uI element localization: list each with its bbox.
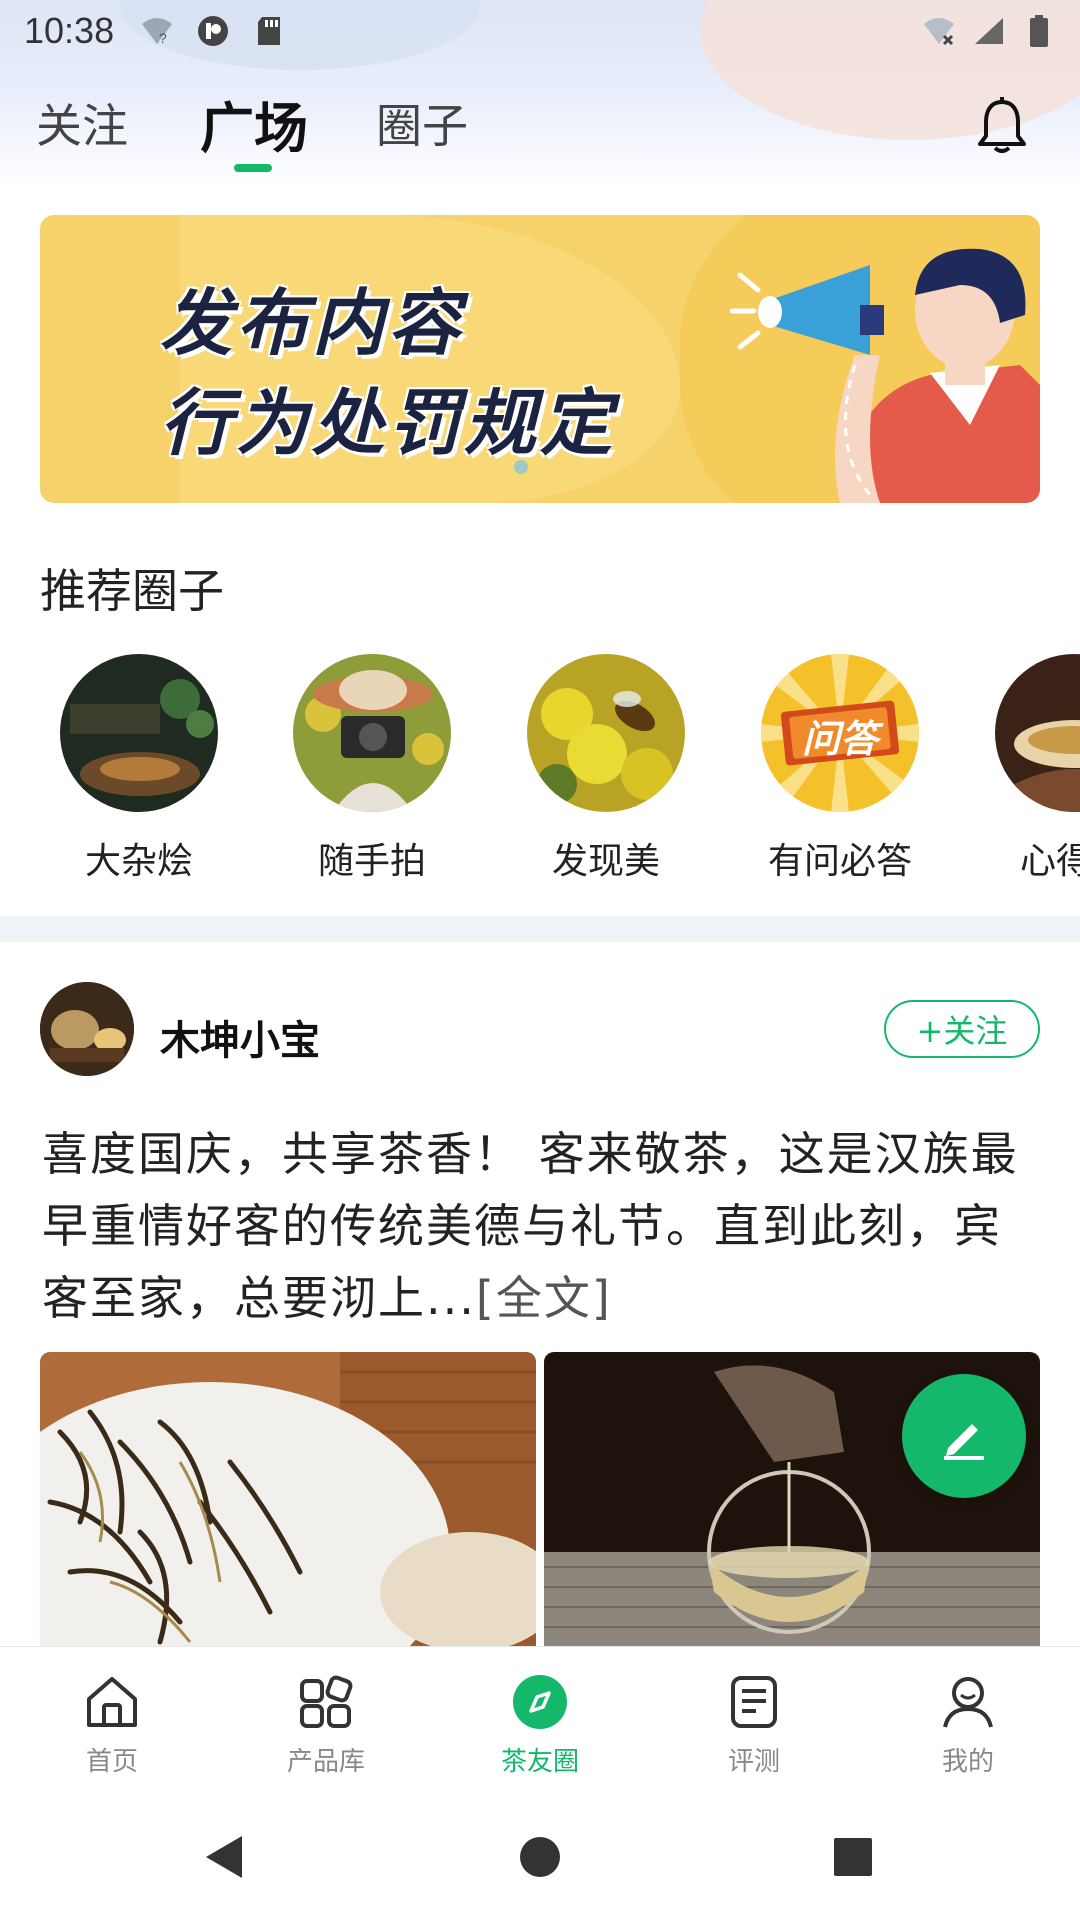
compass-icon	[509, 1671, 571, 1733]
tab-follow[interactable]: 关注	[36, 90, 128, 156]
circle-item-faxianmei[interactable]: 发现美	[496, 654, 716, 884]
active-tab-indicator	[234, 164, 272, 172]
circle-label: 发现美	[551, 841, 660, 882]
circle-image-qa-badge: 问答	[761, 654, 919, 812]
compose-button[interactable]	[902, 1374, 1026, 1498]
circle-item-suishoupai[interactable]: 随手拍	[262, 654, 482, 884]
nav-item-mine[interactable]: 我的	[878, 1671, 1058, 1778]
follow-button[interactable]: +关注	[884, 1000, 1040, 1058]
review-icon	[723, 1671, 785, 1733]
circle-label: 大杂烩	[84, 841, 193, 882]
megaphone-person-illustration	[730, 248, 1040, 503]
post-images	[40, 1352, 1040, 1648]
tab-circles[interactable]: 圈子	[376, 90, 468, 156]
tab-square[interactable]: 广场	[200, 84, 308, 163]
post-username[interactable]: 木坤小宝	[160, 1008, 320, 1066]
status-bar: 10:38 ?	[0, 0, 1080, 62]
circle-image-photographer	[293, 654, 451, 812]
back-icon[interactable]	[200, 1832, 250, 1882]
nav-label: 评测	[727, 1747, 780, 1777]
nav-item-review[interactable]: 评测	[664, 1671, 844, 1778]
home-icon	[81, 1671, 143, 1733]
avatar[interactable]	[40, 982, 134, 1076]
user-icon	[937, 1671, 999, 1733]
nav-item-tea-circle[interactable]: 茶友圈	[450, 1671, 630, 1778]
circle-label: 心得分	[1019, 841, 1080, 882]
banner-text: 发布内容 行为处罚规定	[160, 273, 616, 473]
circle-item-xindefen[interactable]: 心得分	[964, 654, 1080, 884]
bottom-nav: 首页 产品库 茶友圈 评测 我的	[0, 1646, 1080, 1792]
nav-item-home[interactable]: 首页	[22, 1671, 202, 1778]
qa-badge-text: 问答	[801, 717, 878, 761]
battery-icon	[1022, 14, 1056, 48]
nav-label: 首页	[85, 1747, 138, 1777]
post-image-tea-leaves[interactable]	[40, 1352, 536, 1648]
grid-icon	[295, 1671, 357, 1733]
svg-text:?: ?	[159, 30, 167, 46]
recents-icon[interactable]	[828, 1832, 878, 1882]
announcement-banner[interactable]: 发布内容 行为处罚规定	[40, 215, 1040, 503]
wifi-question-icon: ?	[140, 14, 174, 48]
nav-label: 产品库	[286, 1747, 365, 1777]
top-tabs: 关注 广场 圈子	[0, 90, 1080, 180]
wifi-off-icon	[922, 14, 956, 48]
banner-page-indicator	[514, 460, 528, 474]
recommend-section-title: 推荐圈子	[40, 564, 224, 618]
section-divider	[0, 916, 1080, 942]
pencil-icon	[944, 1424, 984, 1460]
nav-label: 我的	[941, 1747, 994, 1777]
status-time: 10:38	[24, 10, 115, 51]
banner-line-1: 发布内容	[160, 281, 465, 365]
circle-item-youwenbida[interactable]: 问答 有问必答	[730, 654, 950, 884]
sd-card-icon	[252, 14, 286, 48]
circle-item-dazahui[interactable]: 大杂烩	[29, 654, 249, 884]
circle-label: 随手拍	[317, 841, 426, 882]
bell-icon[interactable]	[974, 96, 1030, 156]
nav-label: 茶友圈	[500, 1747, 579, 1777]
recommended-circles-list: 大杂烩 随手拍 发现美 问答 有问必答 心得	[0, 654, 1080, 884]
signal-icon	[972, 14, 1006, 48]
circle-image-tea-table	[60, 654, 218, 812]
post-body[interactable]: 喜度国庆，共享茶香！ 客来敬茶，这是汉族最早重情好客的传统美德与礼节。直到此刻，…	[42, 1118, 1032, 1334]
post-header: 木坤小宝 +关注	[40, 982, 1040, 1078]
circle-image-bee-flowers	[527, 654, 685, 812]
home-circle-icon[interactable]	[515, 1832, 565, 1882]
app-notification-icon	[196, 14, 230, 48]
read-more-link[interactable]: [全文]	[476, 1271, 612, 1325]
system-nav-bar	[0, 1792, 1080, 1920]
nav-item-products[interactable]: 产品库	[236, 1671, 416, 1778]
circle-label: 有问必答	[767, 841, 912, 882]
circle-image-tea-cup	[995, 654, 1080, 812]
banner-line-2: 行为处罚规定	[160, 381, 617, 465]
